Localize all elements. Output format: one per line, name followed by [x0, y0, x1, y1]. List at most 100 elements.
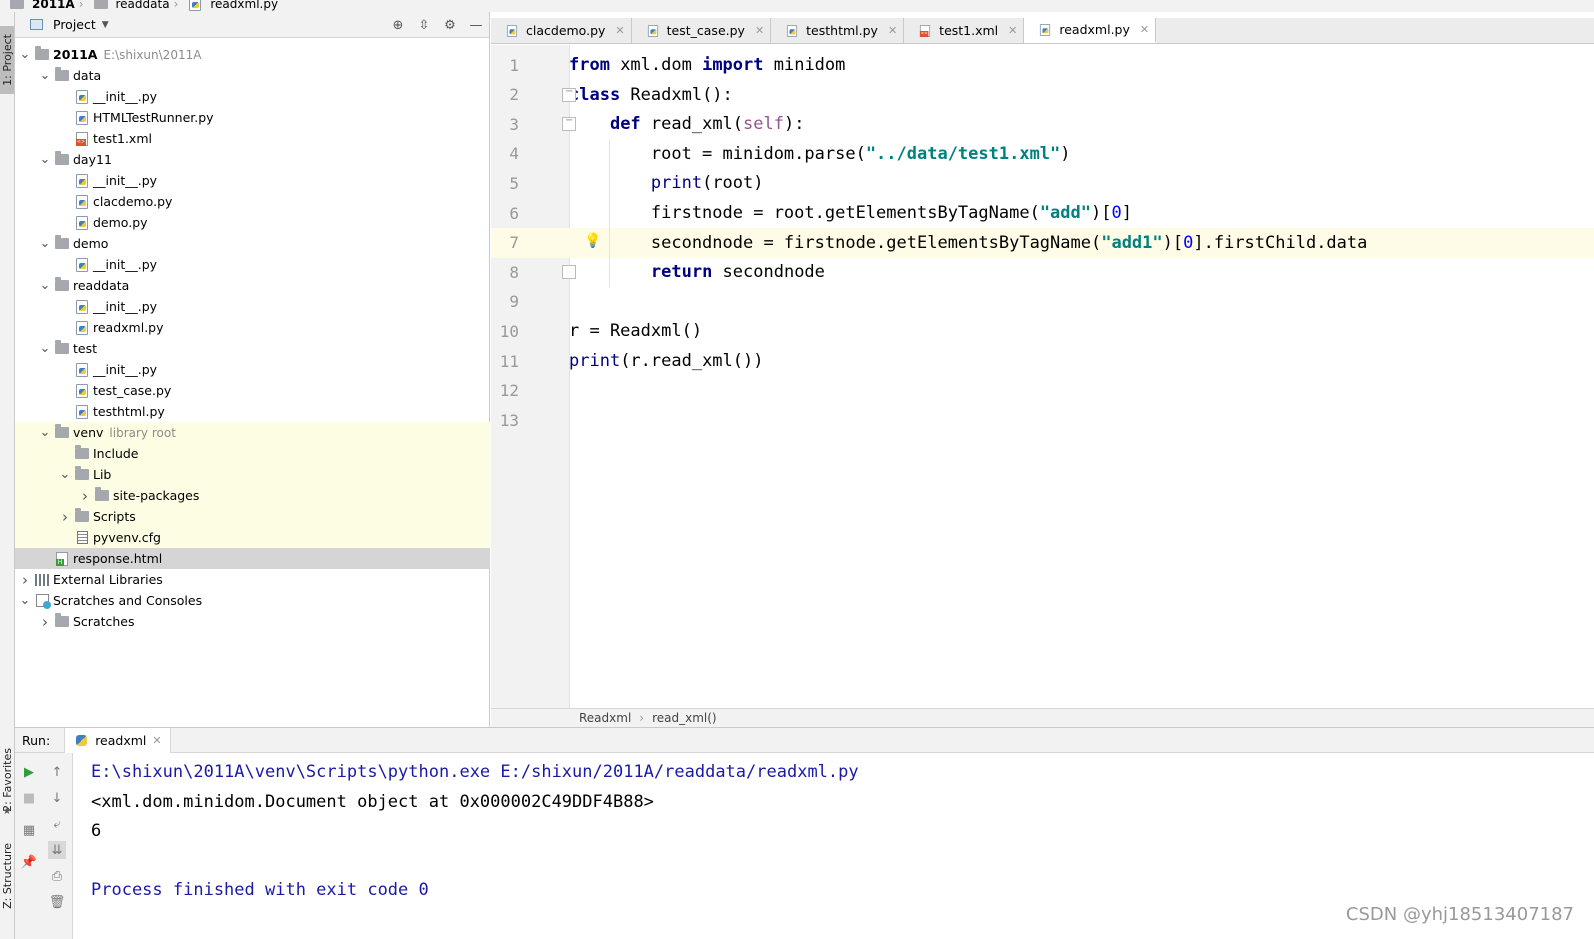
- chevron-down-icon[interactable]: ▼: [102, 20, 109, 30]
- tree-item[interactable]: readxml.py: [15, 317, 490, 338]
- project-panel-title[interactable]: Project: [53, 17, 96, 32]
- tree-item[interactable]: › Scripts: [15, 506, 490, 527]
- breadcrumb-item[interactable]: 2011A: [6, 0, 75, 11]
- chevron-right-icon[interactable]: ›: [59, 509, 71, 524]
- code-line[interactable]: from xml.dom import minidom: [569, 50, 845, 80]
- chevron-down-icon[interactable]: ⌄: [39, 426, 51, 439]
- lightbulb-icon[interactable]: 💡: [584, 233, 601, 249]
- trash-icon[interactable]: 🗑: [48, 893, 66, 911]
- editor-tab[interactable]: clacdemo.py ✕: [491, 18, 632, 43]
- chevron-down-icon[interactable]: ⌄: [39, 153, 51, 166]
- tree-item[interactable]: testhtml.py: [15, 401, 490, 422]
- locate-icon[interactable]: ⊕: [391, 18, 405, 33]
- fold-marker-icon[interactable]: [562, 86, 576, 102]
- breadcrumb-item[interactable]: readxml.py: [184, 0, 278, 11]
- chevron-down-icon[interactable]: ⌄: [19, 48, 31, 61]
- soft-wrap-icon[interactable]: ⤶: [48, 815, 66, 833]
- code-line[interactable]: class Readxml():: [569, 80, 733, 110]
- tree-item[interactable]: Include: [15, 443, 490, 464]
- tree-item[interactable]: ⌄ data: [15, 65, 490, 86]
- breadcrumb-class[interactable]: Readxml: [579, 711, 631, 725]
- line-number: 9: [509, 292, 519, 312]
- hide-panel-icon[interactable]: —: [469, 18, 483, 33]
- code-line[interactable]: print (root): [569, 168, 764, 198]
- project-tool-tab[interactable]: 1: Project: [0, 26, 14, 94]
- collapse-all-icon[interactable]: ⇳: [417, 18, 431, 33]
- tree-item[interactable]: __init__.py: [15, 86, 490, 107]
- stop-icon[interactable]: ■: [20, 789, 38, 807]
- editor-tab[interactable]: testhtml.py ✕: [771, 18, 905, 43]
- tree-item-label: day11: [73, 152, 112, 167]
- tree-item[interactable]: clacdemo.py: [15, 191, 490, 212]
- editor-breadcrumb: Readxml › read_xml(): [491, 708, 1594, 727]
- code-line[interactable]: print (r.read_xml()): [569, 346, 763, 376]
- arrow-up-icon[interactable]: ↑: [48, 763, 66, 781]
- close-icon[interactable]: ✕: [755, 24, 764, 37]
- console-output[interactable]: CSDN @yhj18513407187 E:\shixun\2011A\ven…: [73, 753, 1594, 939]
- close-icon[interactable]: ✕: [152, 734, 161, 747]
- tree-item[interactable]: › Scratches: [15, 611, 490, 632]
- code-line[interactable]: def read_xml(self):: [569, 109, 805, 139]
- tree-item[interactable]: ⌄ Lib: [15, 464, 490, 485]
- fold-marker-icon[interactable]: [562, 265, 576, 280]
- editor-tab[interactable]: readxml.py ✕: [1024, 18, 1157, 43]
- tree-item[interactable]: __init__.py: [15, 254, 490, 275]
- tree-item[interactable]: __init__.py: [15, 170, 490, 191]
- run-tab-readxml[interactable]: readxml ✕: [64, 727, 171, 753]
- tree-item[interactable]: › site-packages: [15, 485, 490, 506]
- chevron-down-icon[interactable]: ⌄: [19, 594, 31, 607]
- close-icon[interactable]: ✕: [615, 24, 624, 37]
- close-icon[interactable]: ✕: [1140, 23, 1149, 36]
- code-line[interactable]: root = minidom.parse("../data/test1.xml"…: [569, 139, 1071, 169]
- tree-item[interactable]: test1.xml: [15, 128, 490, 149]
- chevron-right-icon[interactable]: ›: [39, 614, 51, 629]
- chevron-right-icon[interactable]: ›: [79, 488, 91, 503]
- chevron-down-icon[interactable]: ⌄: [59, 468, 71, 481]
- print-icon[interactable]: ⎙: [48, 867, 66, 885]
- tree-item-label: clacdemo.py: [93, 194, 173, 209]
- rerun-icon[interactable]: ▶: [20, 763, 38, 781]
- code-line[interactable]: return secondnode: [569, 257, 825, 287]
- tree-item[interactable]: ⌄ demo: [15, 233, 490, 254]
- close-icon[interactable]: ✕: [888, 24, 897, 37]
- tree-item[interactable]: ⌄ test: [15, 338, 490, 359]
- editor-tab-label: testhtml.py: [806, 23, 878, 38]
- arrow-down-icon[interactable]: ↓: [48, 789, 66, 807]
- gear-icon[interactable]: ⚙: [443, 18, 457, 33]
- breadcrumb-item[interactable]: readdata: [90, 0, 170, 11]
- editor-tab[interactable]: test_case.py ✕: [632, 18, 772, 43]
- chevron-down-icon[interactable]: ⌄: [39, 279, 51, 292]
- tree-item[interactable]: HTMLTestRunner.py: [15, 107, 490, 128]
- close-icon[interactable]: ✕: [1008, 24, 1017, 37]
- tree-item[interactable]: demo.py: [15, 212, 490, 233]
- fold-marker-icon[interactable]: [562, 115, 576, 132]
- python-file-icon: [505, 24, 519, 37]
- pin-icon[interactable]: 📌: [20, 853, 38, 871]
- structure-tool-tab[interactable]: Z: Structure: [0, 830, 14, 922]
- tree-item[interactable]: __init__.py: [15, 359, 490, 380]
- chevron-down-icon[interactable]: ⌄: [39, 237, 51, 250]
- layout-icon[interactable]: ▦: [20, 821, 38, 839]
- console-line: <xml.dom.minidom.Document object at 0x00…: [91, 791, 654, 812]
- code-line[interactable]: r = Readxml(): [569, 316, 702, 346]
- code-token: minidom: [763, 55, 846, 75]
- tree-item[interactable]: test_case.py: [15, 380, 490, 401]
- chevron-right-icon[interactable]: ›: [19, 572, 31, 587]
- chevron-down-icon[interactable]: ⌄: [39, 342, 51, 355]
- tree-item[interactable]: ⌄ 2011A E:\shixun\2011A: [15, 44, 490, 65]
- tree-item[interactable]: response.html: [15, 548, 490, 569]
- editor-tab[interactable]: test1.xml ✕: [904, 18, 1025, 43]
- tree-item[interactable]: __init__.py: [15, 296, 490, 317]
- tree-item[interactable]: pyvenv.cfg: [15, 527, 490, 548]
- code-line[interactable]: secondnode = firstnode.getElementsByTagN…: [569, 227, 1594, 258]
- tree-item[interactable]: ⌄ readdata: [15, 275, 490, 296]
- tree-item[interactable]: ⌄ Scratches and Consoles: [15, 590, 490, 611]
- code-line[interactable]: firstnode = root.getElementsByTagName("a…: [569, 198, 1132, 228]
- chevron-down-icon[interactable]: ⌄: [39, 69, 51, 82]
- tree-item[interactable]: ⌄ day11: [15, 149, 490, 170]
- tree-item-label: response.html: [73, 551, 163, 566]
- tree-item[interactable]: ⌄ venv library root: [15, 422, 490, 443]
- scroll-to-end-icon[interactable]: ⇊: [48, 841, 66, 859]
- breadcrumb-method[interactable]: read_xml(): [652, 711, 717, 725]
- tree-item[interactable]: › External Libraries: [15, 569, 490, 590]
